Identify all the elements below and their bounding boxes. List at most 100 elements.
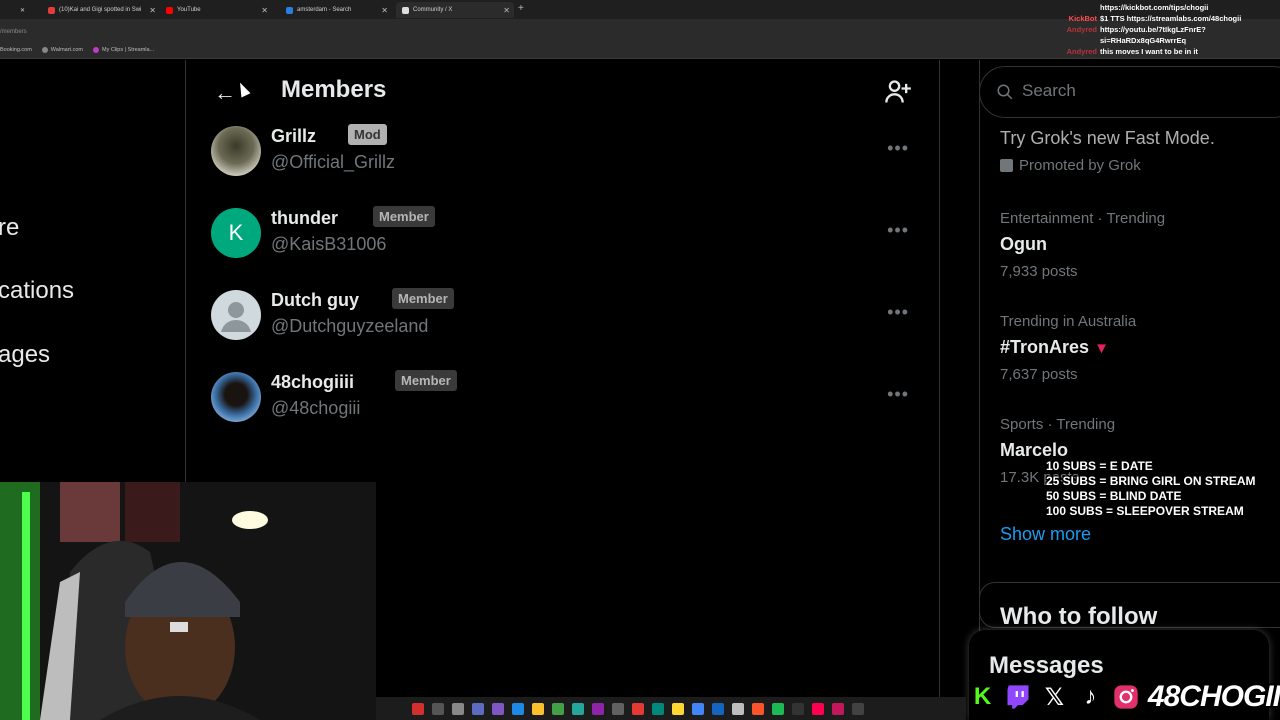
trend-meta: Sports · Trending [1000, 416, 1116, 433]
more-options-icon[interactable]: ••• [887, 302, 909, 323]
member-name[interactable]: Dutch guy [271, 290, 359, 311]
browser-tab[interactable]: (10)Kai and Gigi spotted in Swi ✕ [42, 2, 160, 18]
app-icon[interactable] [572, 702, 584, 715]
chat-message: Andyred https://youtu.be/7tIkgLzFnrE? [1060, 24, 1280, 35]
tab-label: YouTube [177, 7, 201, 13]
chrome-icon[interactable] [692, 702, 704, 715]
goal-line: 50 SUBS = BLIND DATE [1046, 489, 1182, 503]
chat-text: si=RHaRDx8qG4RwrrEq [1100, 36, 1187, 45]
default-avatar-icon [221, 302, 251, 332]
chat-text: this moves I want to be in it [1100, 47, 1198, 56]
brave-icon[interactable] [752, 702, 764, 715]
bookmark[interactable]: Booking.com [0, 47, 32, 53]
chat-user [1060, 2, 1100, 13]
close-icon[interactable]: ✕ [261, 6, 268, 15]
trend-name[interactable]: Ogun [1000, 234, 1047, 255]
chat-user: Andyred [1066, 25, 1097, 34]
browser-tab[interactable]: YouTube ✕ [160, 2, 272, 18]
tiktok-icon[interactable] [812, 702, 824, 715]
member-name[interactable]: thunder [271, 208, 338, 229]
close-icon[interactable]: ✕ [149, 6, 156, 15]
member-handle[interactable]: @KaisB31006 [271, 234, 386, 255]
app-icon[interactable] [612, 702, 624, 715]
tab-label: (10)Kai and Gigi spotted in Swi [59, 7, 142, 13]
member-handle[interactable]: @Dutchguyzeeland [271, 316, 428, 337]
app-icon[interactable] [652, 702, 664, 715]
more-options-icon[interactable]: ••• [887, 138, 909, 159]
browser-tab[interactable]: amsterdam - Search ✕ [280, 2, 392, 18]
promo-title[interactable]: Try Grok's new Fast Mode. [1000, 128, 1215, 149]
close-icon[interactable]: ✕ [20, 2, 34, 18]
back-button[interactable]: ← [208, 76, 242, 110]
chat-message: KickBot $1 TTS https://streamlabs.com/48c… [1060, 13, 1280, 24]
member-handle[interactable]: @48chogiii [271, 398, 360, 419]
stream-chat-overlay: https://kickbot.com/tips/chogii KickBot $… [1060, 2, 1280, 57]
app-icon[interactable] [492, 702, 504, 715]
goal-line: 100 SUBS = SLEEPOVER STREAM [1046, 504, 1244, 518]
goal-line: 10 SUBS = E DATE [1046, 459, 1153, 473]
member-name[interactable]: 48chogiiii [271, 372, 354, 393]
trend-meta: Trending in Australia [1000, 313, 1137, 330]
folder-icon[interactable] [532, 702, 544, 715]
list-item[interactable]: K thunder Member @KaisB31006 ••• [211, 206, 921, 268]
member-handle[interactable]: @Official_Grillz [271, 152, 395, 173]
bookmark-label: My Clips | Streamla... [101, 46, 155, 53]
avatar[interactable]: K [211, 208, 261, 258]
streamlabs-icon [92, 46, 99, 53]
bookmark[interactable]: Walmart.com [41, 46, 83, 53]
bookmark-label: Booking.com [0, 46, 32, 53]
app-icon[interactable] [552, 702, 564, 715]
chat-message: https://kickbot.com/tips/chogii [1060, 2, 1280, 13]
trend-count: 7,637 posts [1000, 366, 1078, 383]
app-icon[interactable] [732, 702, 744, 715]
list-item[interactable]: Dutch guy Member @Dutchguyzeeland ••• [211, 288, 921, 350]
more-options-icon[interactable]: ••• [887, 220, 909, 241]
member-name[interactable]: Grillz [271, 126, 316, 147]
twitch-icon [1002, 680, 1035, 714]
trend-name-text: #TronAres [1000, 337, 1090, 357]
page-title: Members [281, 76, 387, 103]
chat-text: $1 TTS https://streamlabs.com/48chogii [1100, 14, 1242, 23]
avatar[interactable] [211, 372, 261, 422]
browser-tab-active[interactable]: Community / X ✕ [396, 2, 514, 18]
spotify-icon[interactable] [772, 702, 784, 715]
bookmark[interactable]: My Clips | Streamla... [92, 46, 155, 53]
show-more-link[interactable]: Show more [1000, 524, 1091, 545]
app-icon[interactable] [852, 702, 864, 715]
new-tab-button[interactable]: + [518, 3, 524, 14]
close-icon[interactable]: ✕ [503, 6, 510, 15]
avatar[interactable] [211, 126, 261, 176]
app-icon[interactable] [832, 702, 844, 715]
chat-text: https://kickbot.com/tips/chogii [1100, 3, 1209, 12]
app-icon[interactable] [672, 702, 684, 715]
more-options-icon[interactable]: ••• [887, 384, 909, 405]
trend-name[interactable]: Marcelo [1000, 440, 1068, 461]
trend-name[interactable]: #TronAres ▼ [1000, 337, 1109, 358]
app-icon[interactable] [472, 702, 484, 715]
app-icon[interactable] [592, 702, 604, 715]
app-icon[interactable] [632, 702, 644, 715]
nav-item-messages[interactable]: ages [0, 341, 50, 369]
avatar[interactable] [211, 290, 261, 340]
sub-goals-overlay: 10 SUBS = E DATE 25 SUBS = BRING GIRL ON… [1046, 459, 1255, 519]
role-badge: Mod [348, 124, 387, 145]
webcam-image [0, 482, 376, 720]
app-icon[interactable] [432, 702, 444, 715]
nav-item-notifications[interactable]: cations [0, 277, 74, 305]
add-member-icon[interactable] [884, 78, 912, 106]
walmart-icon [41, 46, 48, 53]
app-icon[interactable] [412, 702, 424, 715]
tab-label: Community / X [413, 7, 453, 13]
app-icon[interactable] [712, 702, 724, 715]
nav-item-explore[interactable]: re [0, 214, 19, 242]
list-item[interactable]: Grillz Mod @Official_Grillz ••• [211, 124, 921, 186]
close-icon[interactable]: ✕ [381, 6, 388, 15]
who-to-follow-title: Who to follow [1000, 603, 1158, 630]
tab-label: amsterdam - Search [297, 7, 352, 13]
app-icon[interactable] [512, 702, 524, 715]
chat-user [1060, 35, 1100, 46]
list-item[interactable]: 48chogiiii Member @48chogiii ••• [211, 370, 921, 432]
app-icon[interactable] [792, 702, 804, 715]
arrow-left-icon: ← [214, 80, 236, 105]
app-icon[interactable] [452, 702, 464, 715]
